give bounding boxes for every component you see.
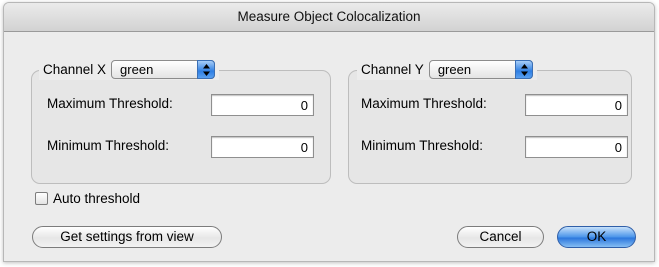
channel-x-max-threshold-label: Maximum Threshold:	[47, 96, 173, 111]
channel-y-min-threshold-input[interactable]	[525, 136, 628, 158]
channel-x-group	[31, 70, 331, 184]
channel-y-max-threshold-input[interactable]	[525, 94, 628, 116]
channel-x-min-threshold-input[interactable]	[211, 136, 314, 158]
channel-y-selected-value: green	[437, 61, 472, 77]
channel-y-group	[348, 70, 632, 184]
channel-x-selected-value: green	[120, 61, 154, 77]
auto-threshold-checkbox[interactable]	[35, 192, 48, 205]
ok-button[interactable]: OK	[557, 226, 636, 248]
auto-threshold-label: Auto threshold	[53, 191, 141, 206]
channel-y-select[interactable]: green	[428, 59, 533, 79]
cancel-button[interactable]: Cancel	[457, 226, 544, 248]
window-title: Measure Object Colocalization	[4, 3, 654, 32]
auto-threshold-row[interactable]: Auto threshold	[35, 191, 140, 206]
channel-x-label: Channel X	[43, 61, 107, 77]
channel-y-label: Channel Y	[361, 61, 424, 77]
get-settings-button[interactable]: Get settings from view	[32, 226, 222, 248]
dialog-window: Measure Object Colocalization Channel X …	[3, 2, 655, 262]
channel-y-min-threshold-label: Minimum Threshold:	[361, 138, 484, 153]
channel-x-max-threshold-input[interactable]	[211, 94, 314, 116]
channel-x-min-threshold-label: Minimum Threshold:	[47, 138, 170, 153]
channel-x-select[interactable]: green	[111, 59, 216, 79]
channel-y-legend: Channel Y green	[357, 58, 537, 80]
up-down-arrows-icon	[514, 59, 533, 79]
up-down-arrows-icon	[197, 59, 216, 79]
channel-y-max-threshold-label: Maximum Threshold:	[361, 96, 487, 111]
channel-x-legend: Channel X green	[39, 58, 220, 80]
